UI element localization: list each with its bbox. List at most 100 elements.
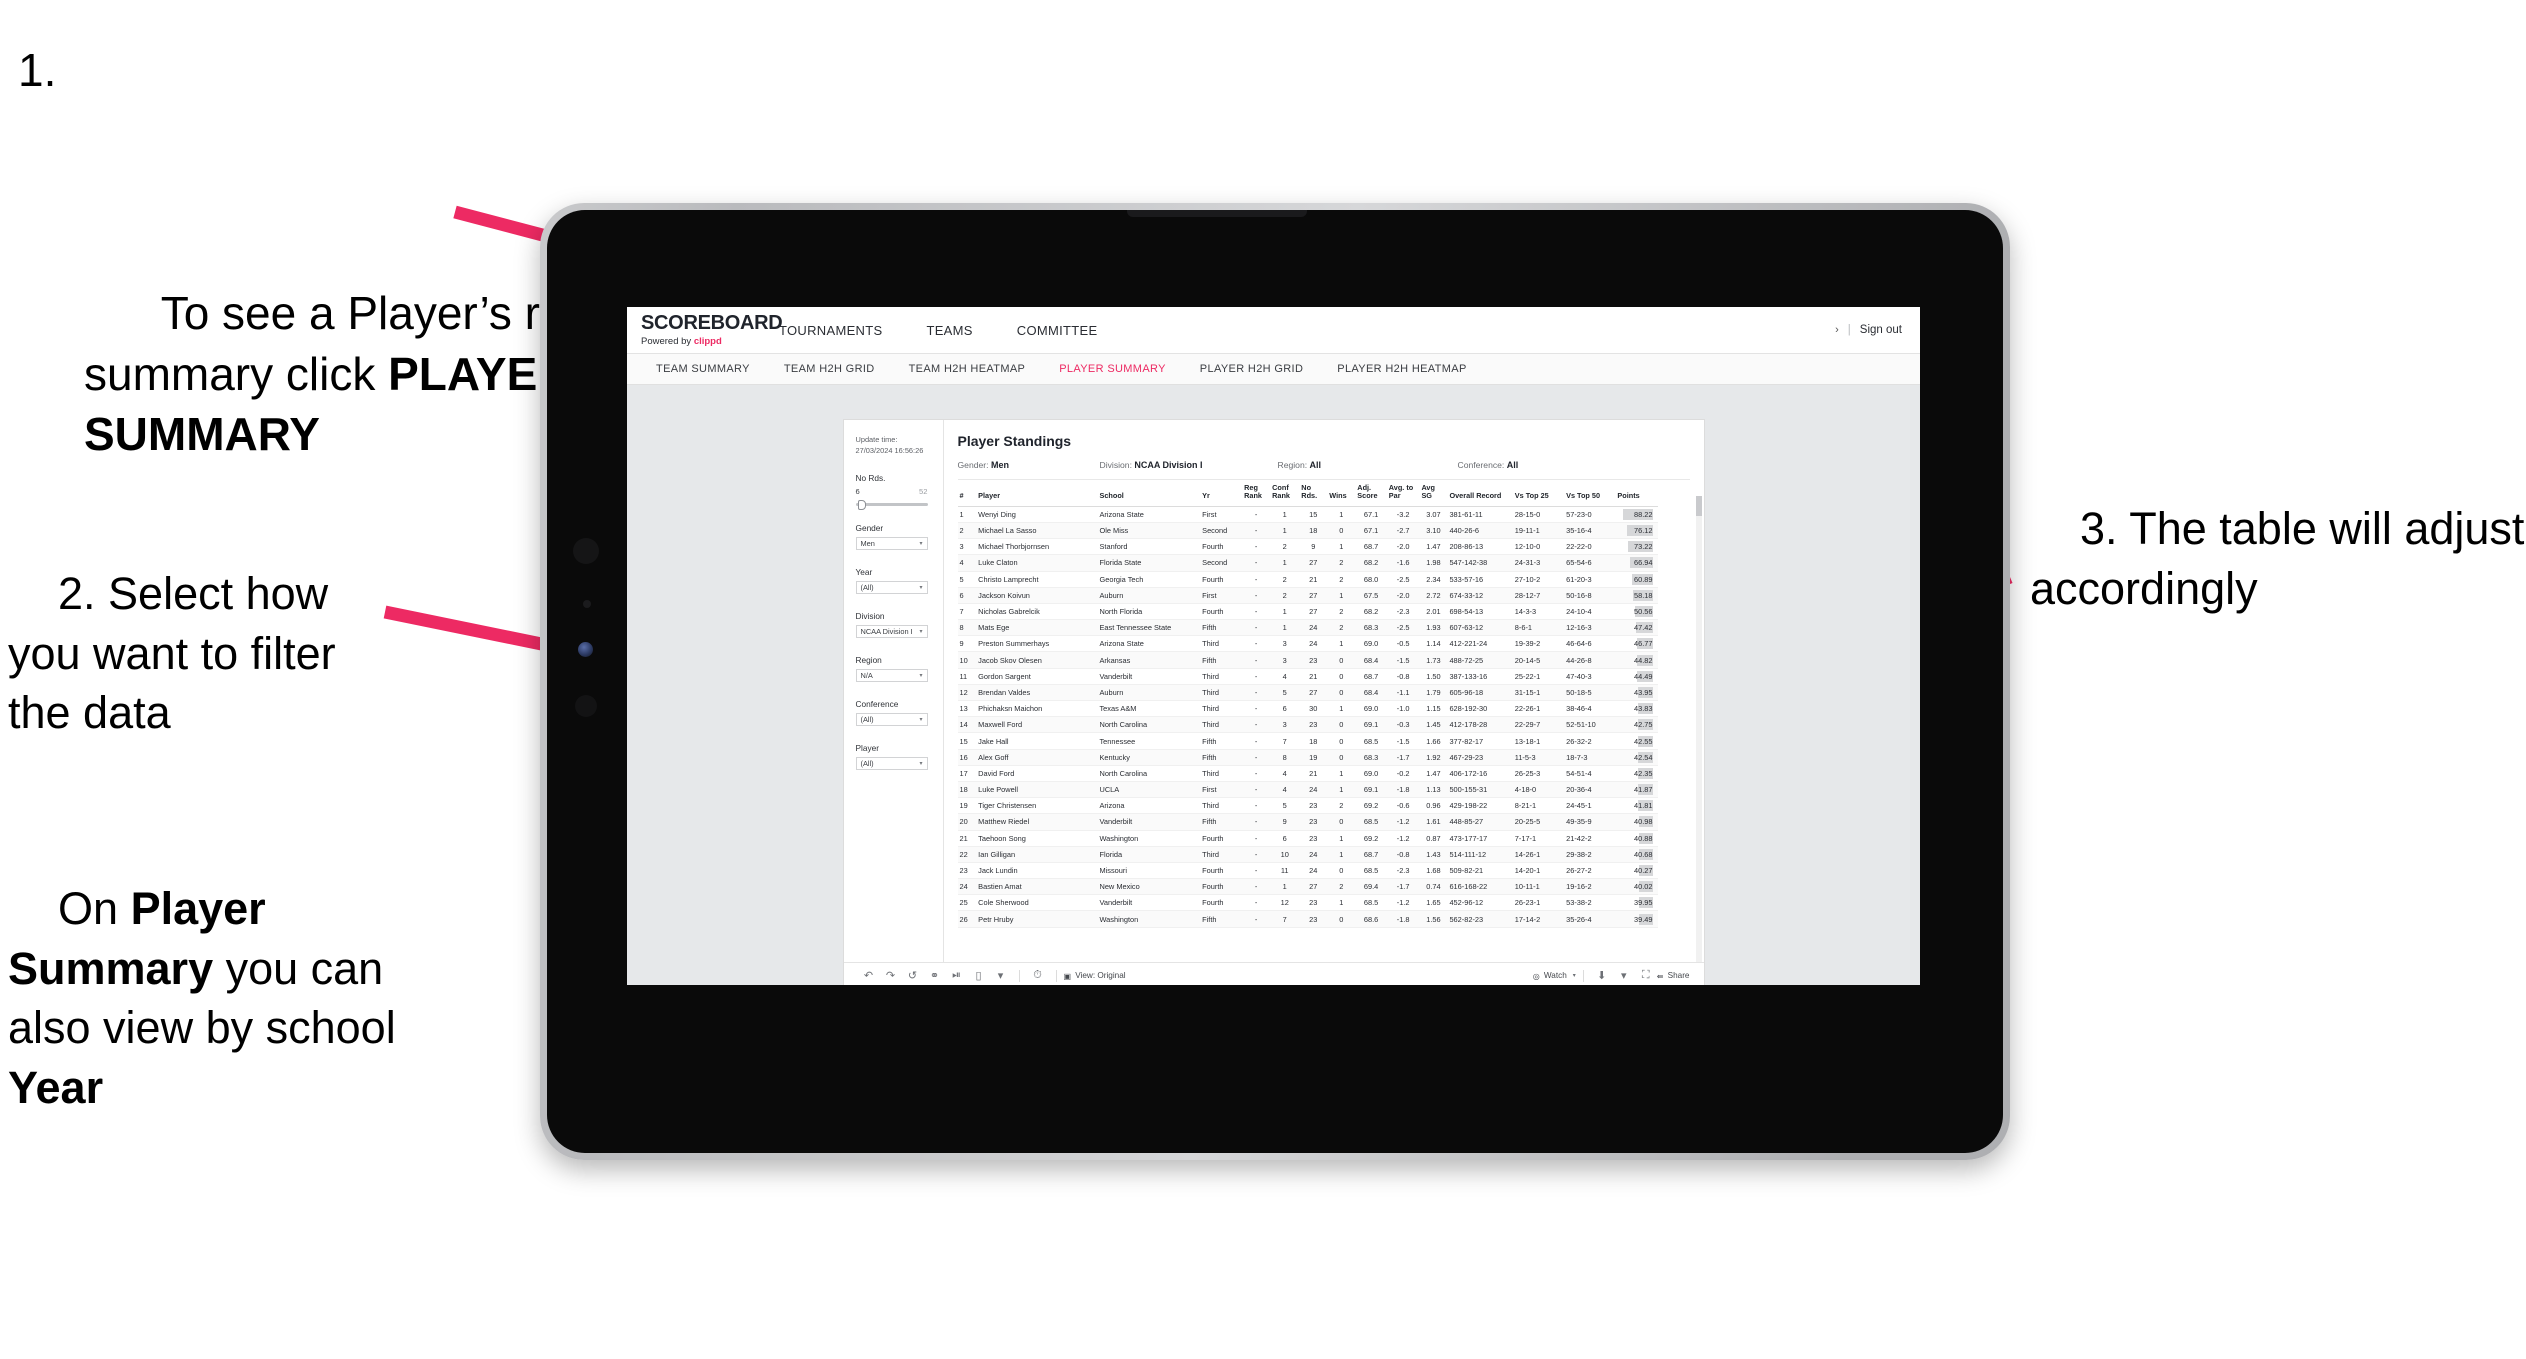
cell-vs-top-50: 44-26-8 — [1564, 651, 1616, 669]
table-row[interactable]: 1 Wenyi Ding Arizona State First -1 15 1 67.1 -3… — [957, 506, 1658, 523]
gender-select[interactable]: Men ▾ — [855, 537, 928, 551]
col-overall-record[interactable]: Overall Record — [1447, 480, 1513, 507]
topnav-committee[interactable]: COMMITTEE — [995, 307, 1120, 353]
cell-reg-rank: - — [1242, 635, 1271, 653]
cell-no-rds: 27 — [1299, 554, 1328, 572]
table-row[interactable]: 17 David Ford North Carolina Third -4 21 1 69.0… — [957, 765, 1658, 782]
table-row[interactable]: 12 Brendan Valdes Auburn Third -5 27 0 68.4 -1.1… — [957, 684, 1658, 702]
pause-auto-update-icon[interactable]: ⏯ — [946, 969, 968, 982]
table-row[interactable]: 10 Jacob Skov Olesen Arkansas Fifth -3 23 0 68.… — [957, 651, 1658, 669]
table-row[interactable]: 23 Jack Lundin Missouri Fourth -11 24 0 68.5 -2.… — [957, 862, 1658, 880]
table-scrollbar[interactable] — [1695, 496, 1702, 962]
slider-thumb[interactable] — [857, 499, 866, 510]
table-row[interactable]: 11 Gordon Sargent Vanderbilt Third -4 21 0 68.7… — [957, 668, 1658, 685]
cell-yr: Fourth — [1200, 603, 1243, 621]
download-caret-icon[interactable]: ▾ — [1613, 969, 1635, 982]
cell-rank: 20 — [957, 813, 977, 831]
col-player[interactable]: Player — [976, 480, 1098, 507]
flow-icon[interactable]: ▯ — [968, 969, 990, 982]
division-select[interactable]: NCAA Division I ▾ — [855, 625, 928, 639]
tab-player-summary[interactable]: PLAYER SUMMARY — [1042, 363, 1183, 375]
table-scrollbar-thumb[interactable] — [1695, 496, 1702, 516]
revert-icon[interactable]: ↺ — [902, 969, 924, 982]
col-adj-score[interactable]: Adj. Score — [1355, 480, 1387, 507]
cell-yr: Third — [1200, 716, 1243, 734]
table-row[interactable]: 21 Taehoon Song Washington Fourth -6 23 1 69.2-… — [957, 830, 1658, 847]
table-row[interactable]: 14 Maxwell Ford North Carolina Third -3 23 0 69… — [957, 716, 1658, 734]
points-value: 40.02 — [1634, 882, 1653, 892]
table-row[interactable]: 15 Jake Hall Tennessee Fifth -7 18 0 68.5 -1.5 1.… — [957, 732, 1658, 750]
undo-icon[interactable]: ↶ — [858, 969, 880, 982]
table-row[interactable]: 5 Christo Lamprecht Georgia Tech Fourth -2 21… — [957, 571, 1658, 588]
col-points[interactable]: Points — [1615, 480, 1658, 507]
cell-overall-record: 440-26-6 — [1447, 522, 1513, 540]
table-row[interactable]: 2 Michael La Sasso Ole Miss Second -1 18 0 67.1… — [957, 522, 1658, 540]
flow-caret-icon[interactable]: ▾ — [990, 969, 1012, 982]
clock-icon[interactable]: ⏱ — [1027, 969, 1049, 982]
filter-gender-label: Gender — [855, 523, 884, 534]
share-button[interactable]: ⇚ Share — [1657, 971, 1690, 981]
cell-player: Petr Hruby — [976, 910, 1098, 928]
col-vs-top-50[interactable]: Vs Top 50 — [1564, 480, 1616, 507]
col-reg-rank[interactable]: Reg Rank — [1242, 480, 1271, 507]
cell-rank: 19 — [957, 797, 977, 815]
table-row[interactable]: 22 Ian Gilligan Florida Third -10 24 1 68.7 -0.8… — [957, 846, 1658, 863]
table-row[interactable]: 19 Tiger Christensen Arizona Third -5 23 2 69.2… — [957, 797, 1658, 815]
table-row[interactable]: 24 Bastien Amat New Mexico Fourth -1 27 2 69.4-… — [957, 878, 1658, 896]
app-logo[interactable]: SCOREBOARD Powered by clippd — [627, 313, 783, 347]
table-row[interactable]: 13 Phichaksn Maichon Texas A&M Third -6 30 1 69… — [957, 700, 1658, 718]
col-rank[interactable]: # — [957, 480, 977, 507]
tab-player-h2h-heatmap[interactable]: PLAYER H2H HEATMAP — [1320, 363, 1483, 375]
col-no-rds[interactable]: No Rds. — [1299, 480, 1328, 507]
tab-team-h2h-grid[interactable]: TEAM H2H GRID — [767, 363, 892, 375]
cell-overall-record: 452-96-12 — [1447, 894, 1513, 912]
sign-out-link[interactable]: Sign out — [1860, 324, 1902, 336]
cell-vs-top-50: 22-22-0 — [1564, 538, 1616, 556]
table-row[interactable]: 26 Petr Hruby Washington Fifth -7 23 0 68.6 -1.8… — [957, 910, 1658, 928]
cell-reg-rank: - — [1242, 732, 1271, 750]
col-wins[interactable]: Wins — [1327, 480, 1356, 507]
table-row[interactable]: 3 Michael Thorbjornsen Stanford Fourth -2 9 1 6… — [957, 538, 1658, 556]
cell-reg-rank: - — [1242, 862, 1271, 880]
cell-player: Michael Thorbjornsen — [976, 538, 1098, 556]
col-vs-top-25[interactable]: Vs Top 25 — [1512, 480, 1565, 507]
topnav-tournaments[interactable]: TOURNAMENTS — [757, 307, 904, 353]
col-school[interactable]: School — [1097, 480, 1201, 507]
col-avg-sg[interactable]: Avg SG — [1419, 480, 1448, 507]
table-row[interactable]: 7 Nicholas Gabrelcik North Florida Fourth -1… — [957, 603, 1658, 621]
cell-wins: 1 — [1327, 765, 1356, 782]
tab-player-h2h-grid[interactable]: PLAYER H2H GRID — [1183, 363, 1320, 375]
tab-team-summary[interactable]: TEAM SUMMARY — [639, 363, 767, 375]
view-original-button[interactable]: ▣ View: Original — [1064, 971, 1126, 981]
table-row[interactable]: 6 Jackson Koivun Auburn First -2 27 1 67.5 -2.0 2… — [957, 587, 1658, 604]
cell-adj-score: 68.4 — [1355, 651, 1387, 669]
player-select[interactable]: (All) ▾ — [855, 757, 928, 771]
cell-adj-score: 67.1 — [1355, 506, 1387, 523]
watch-button[interactable]: ◎ Watch ▾ — [1533, 971, 1576, 981]
table-row[interactable]: 16 Alex Goff Kentucky Fifth -8 19 0 68.3 -1.7 1.9… — [957, 749, 1658, 766]
table-row[interactable]: 4 Luke Claton Florida State Second -1 27 2 68.2… — [957, 554, 1658, 572]
table-row[interactable]: 18 Luke Powell UCLA First -4 24 1 69.1 -1.8 1.13 5… — [957, 781, 1658, 799]
cell-avg-to-par: -3.2 — [1386, 506, 1420, 523]
cell-vs-top-25: 24-31-3 — [1512, 554, 1565, 572]
table-row[interactable]: 20 Matthew Riedel Vanderbilt Fifth -9 23 0 68.5… — [957, 813, 1658, 831]
cell-school: Vanderbilt — [1097, 668, 1201, 685]
topnav-teams[interactable]: TEAMS — [904, 307, 994, 353]
col-yr[interactable]: Yr — [1200, 480, 1243, 507]
download-icon[interactable]: ⬇ — [1591, 969, 1613, 982]
fullscreen-icon[interactable]: ⛶ — [1635, 969, 1657, 982]
col-avg-to-par[interactable]: Avg. to Par — [1386, 480, 1420, 507]
conference-select[interactable]: (All) ▾ — [855, 713, 928, 727]
refresh-data-icon[interactable]: ⚭ — [924, 969, 946, 982]
year-select[interactable]: (All) ▾ — [855, 581, 928, 595]
table-row[interactable]: 8 Mats Ege East Tennessee State Fifth -1 24 2 6… — [957, 619, 1658, 637]
cell-rank: 2 — [957, 522, 977, 540]
redo-icon[interactable]: ↷ — [880, 969, 902, 982]
region-select[interactable]: N/A ▾ — [855, 669, 928, 683]
tab-team-h2h-heatmap[interactable]: TEAM H2H HEATMAP — [892, 363, 1043, 375]
table-row[interactable]: 25 Cole Sherwood Vanderbilt Fourth -12 23 1 68.… — [957, 894, 1658, 912]
table-row[interactable]: 9 Preston Summerhays Arizona State Third -3 2… — [957, 635, 1658, 653]
cell-yr: Second — [1200, 554, 1243, 572]
col-conf-rank[interactable]: Conf Rank — [1270, 480, 1300, 507]
no-rounds-slider[interactable] — [855, 499, 928, 510]
